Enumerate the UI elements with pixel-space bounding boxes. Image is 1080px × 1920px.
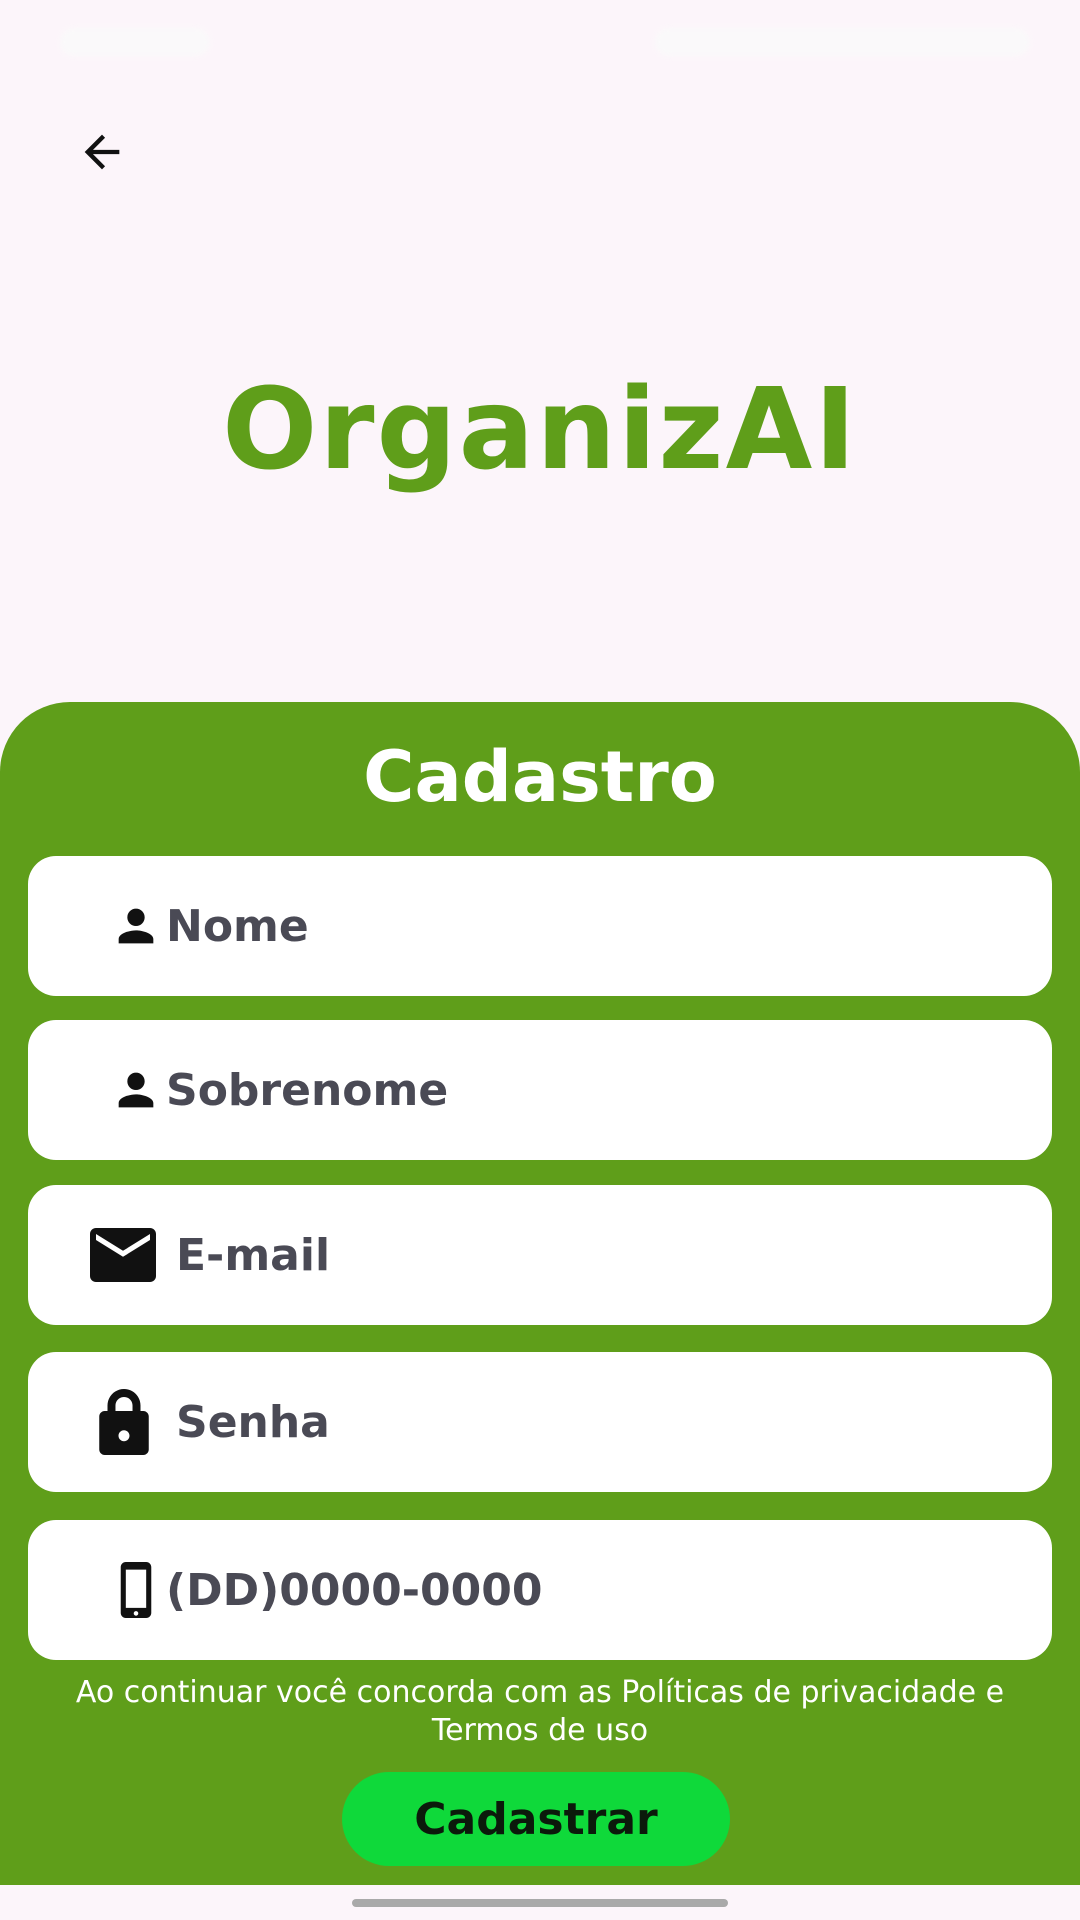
status-icons-blur (655, 28, 1030, 56)
first-name-field[interactable]: Nome (28, 856, 1052, 996)
lock-icon (84, 1387, 164, 1457)
email-field[interactable]: E-mail (28, 1185, 1052, 1325)
status-time-blur (60, 28, 210, 56)
signup-button[interactable]: Cadastrar (342, 1772, 730, 1866)
signup-title: Cadastro (363, 736, 717, 818)
last-name-placeholder: Sobrenome (166, 1064, 449, 1116)
terms-line-1: Ao continuar você concorda com as Políti… (75, 1675, 1005, 1710)
first-name-placeholder: Nome (166, 900, 309, 952)
back-button[interactable] (62, 112, 142, 192)
person-icon (106, 896, 166, 956)
phone-icon (106, 1560, 166, 1620)
arrow-left-icon (84, 134, 120, 170)
email-placeholder: E-mail (176, 1229, 331, 1281)
terms-text: Ao continuar você concorda com as Políti… (0, 1674, 1080, 1750)
home-indicator[interactable] (352, 1899, 728, 1907)
phone-placeholder: (DD)0000-0000 (166, 1564, 543, 1616)
status-bar (0, 0, 1080, 80)
password-placeholder: Senha (176, 1396, 330, 1448)
password-field[interactable]: Senha (28, 1352, 1052, 1492)
terms-of-use-link[interactable]: Termos de uso (0, 1712, 1080, 1750)
app-title: OrganizAI (222, 365, 858, 495)
mail-icon (78, 1225, 168, 1285)
person-icon (106, 1060, 166, 1120)
last-name-field[interactable]: Sobrenome (28, 1020, 1052, 1160)
phone-field[interactable]: (DD)0000-0000 (28, 1520, 1052, 1660)
